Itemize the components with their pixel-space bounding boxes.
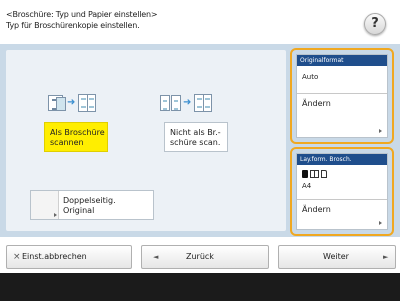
next-button[interactable]: Weiter ► bbox=[278, 245, 396, 269]
divider bbox=[297, 199, 387, 200]
duplex-chevron-right-icon bbox=[31, 191, 59, 219]
help-button[interactable]: ? bbox=[364, 13, 386, 35]
scan-as-booklet-label-2: scannen bbox=[50, 138, 84, 147]
original-format-change-button[interactable]: Originalformat Auto Ändern bbox=[296, 54, 388, 138]
scan-as-booklet-illustration-icon: ➜ bbox=[48, 94, 96, 112]
screen-title: <Broschüre: Typ und Papier einstellen> bbox=[6, 10, 158, 19]
chevron-right-icon bbox=[379, 221, 382, 225]
no-booklet-scan-illustration-icon: ➜ bbox=[160, 94, 212, 112]
layout-paper-title: Lay.form. Brosch. bbox=[297, 154, 387, 165]
back-label: Zurück bbox=[186, 252, 214, 261]
no-booklet-label-2: schüre scan. bbox=[170, 138, 221, 147]
close-icon: × bbox=[13, 252, 21, 262]
original-format-value: Auto bbox=[302, 73, 319, 81]
original-format-change-label: Ändern bbox=[302, 99, 331, 108]
footer-bar bbox=[0, 273, 400, 301]
next-arrow-icon: ► bbox=[383, 253, 389, 261]
next-label: Weiter bbox=[323, 252, 349, 261]
no-booklet-label-1: Nicht als Br.- bbox=[170, 128, 221, 137]
layout-paper-change-label: Ändern bbox=[302, 205, 331, 214]
scan-as-booklet-label-1: Als Broschüre bbox=[50, 128, 105, 137]
duplex-original-button[interactable]: Doppelseitig. Original bbox=[30, 190, 154, 220]
page-icon bbox=[321, 170, 327, 178]
original-doc-icon bbox=[302, 170, 308, 178]
layout-paper-frame: Lay.form. Brosch. A4 Ändern bbox=[290, 147, 394, 236]
original-format-title: Originalformat bbox=[297, 55, 387, 66]
screen-subtitle: Typ für Broschürenkopie einstellen. bbox=[6, 21, 140, 30]
bottom-bar: × Einst.abbrechen ◄ Zurück Weiter ► bbox=[0, 237, 400, 273]
booklet-layout-icon bbox=[302, 169, 327, 179]
settings-area: ➜ ➜ Als Broschüre scannen Nicht als Br.-… bbox=[0, 44, 400, 237]
duplex-label-1: Doppelseitig. bbox=[63, 196, 116, 205]
duplex-label-2: Original bbox=[63, 206, 95, 215]
book-icon bbox=[310, 170, 319, 178]
header: <Broschüre: Typ und Papier einstellen> T… bbox=[0, 0, 400, 44]
cancel-settings-button[interactable]: × Einst.abbrechen bbox=[6, 245, 132, 269]
divider bbox=[297, 93, 387, 94]
do-not-scan-as-booklet-button[interactable]: Nicht als Br.- schüre scan. bbox=[164, 122, 228, 152]
back-button[interactable]: ◄ Zurück bbox=[141, 245, 269, 269]
back-arrow-icon: ◄ bbox=[153, 253, 159, 261]
cancel-settings-label: Einst.abbrechen bbox=[22, 252, 87, 261]
booklet-type-panel: ➜ ➜ Als Broschüre scannen Nicht als Br.-… bbox=[6, 50, 286, 231]
original-format-frame: Originalformat Auto Ändern bbox=[290, 48, 394, 144]
scan-as-booklet-button[interactable]: Als Broschüre scannen bbox=[44, 122, 108, 152]
paper-size-value: A4 bbox=[302, 182, 312, 190]
layout-paper-change-button[interactable]: Lay.form. Brosch. A4 Ändern bbox=[296, 153, 388, 230]
chevron-right-icon bbox=[379, 129, 382, 133]
